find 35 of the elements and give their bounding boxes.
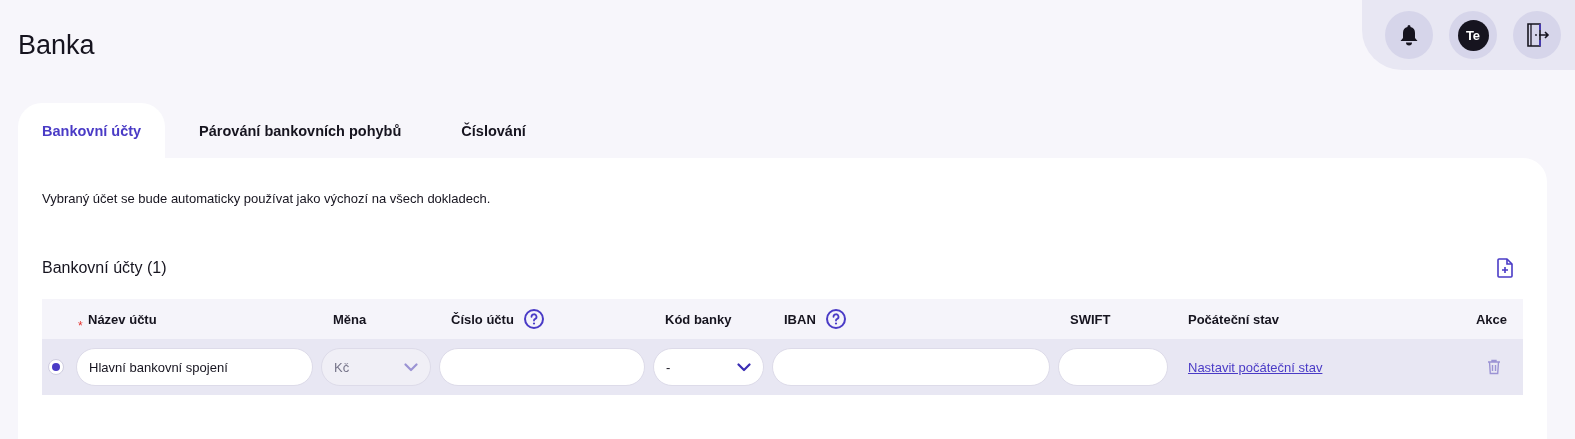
logout-button[interactable] (1513, 11, 1561, 59)
file-plus-icon (1497, 258, 1513, 278)
notifications-button[interactable] (1385, 11, 1433, 59)
input-field[interactable] (439, 348, 645, 386)
set-initial-state-link[interactable]: Nastavit počáteční stav (1176, 359, 1435, 375)
help-icon[interactable] (523, 309, 544, 329)
help-icon[interactable] (825, 309, 846, 329)
chevron-down-icon (404, 362, 418, 372)
column-header: IBAN (784, 311, 816, 327)
page-title: Banka (18, 30, 95, 62)
column-header: SWIFT (1070, 311, 1111, 327)
column-header: Číslo účtu (451, 311, 514, 327)
column-header: Počáteční stav (1188, 311, 1280, 327)
tab[interactable]: Párování bankovních pohybů (175, 103, 426, 158)
tab[interactable]: Číslování (437, 103, 550, 158)
avatar: Te (1457, 19, 1489, 51)
column-header: Měna (333, 311, 367, 327)
door-exit-icon (1524, 22, 1550, 48)
user-button[interactable]: Te (1449, 11, 1497, 59)
required-mark: * (78, 318, 83, 333)
select-field[interactable]: - (653, 348, 764, 386)
column-header: Kód banky (665, 311, 732, 327)
input-field[interactable] (772, 348, 1050, 386)
column-header: Název účtu (88, 311, 157, 327)
bell-icon (1399, 24, 1419, 46)
add-document-button[interactable] (1497, 258, 1513, 278)
input-field[interactable] (1058, 348, 1168, 386)
chevron-down-icon (737, 362, 751, 372)
radio-button[interactable] (48, 359, 64, 375)
tab[interactable]: Bankovní účty (18, 103, 166, 158)
trash-icon (1487, 359, 1501, 375)
input-field[interactable]: Hlavní bankovní spojení (76, 348, 313, 386)
info-text: Vybraný účet se bude automaticky používat jako výchozí na všech dokladech. (42, 190, 492, 207)
section-title: Bankovní účty (1) (42, 259, 167, 277)
column-header: Akce (1475, 311, 1507, 327)
